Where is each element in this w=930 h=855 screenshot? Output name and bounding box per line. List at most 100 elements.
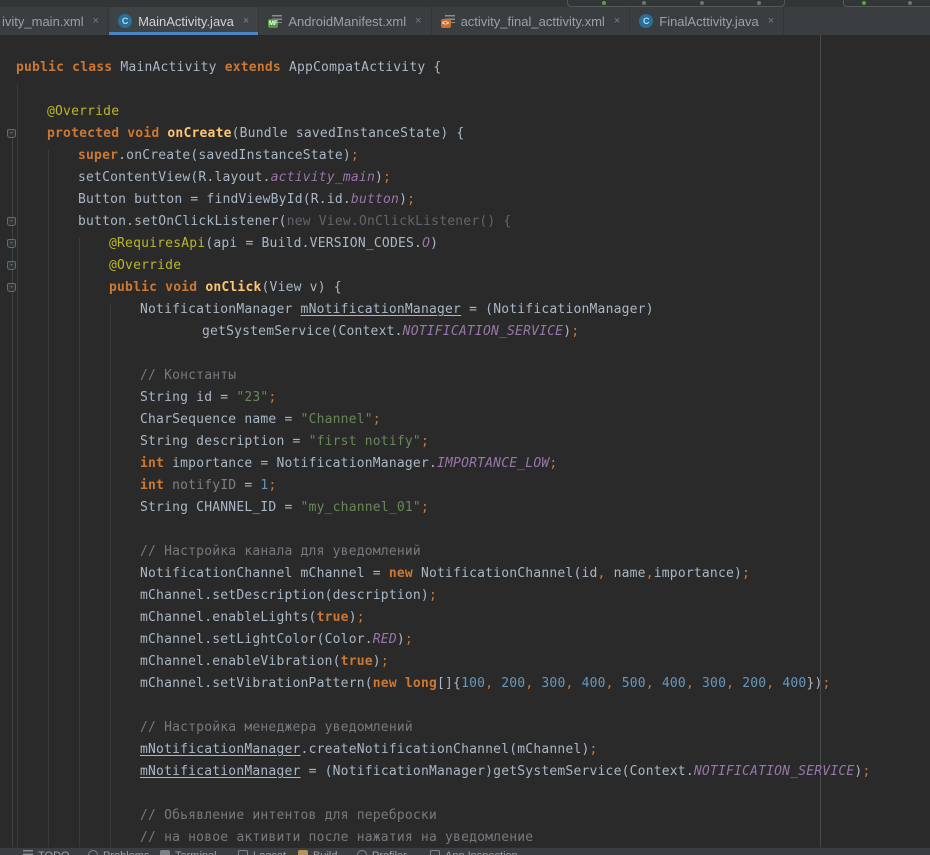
tool-window-label: Profiler	[372, 850, 407, 855]
code-line: // Настройка канала для уведомлений	[0, 541, 930, 563]
close-icon[interactable]: ×	[243, 15, 249, 27]
terminal-icon	[160, 850, 170, 855]
tab-bar: ivity_main.xml × C MainActivity.java × MF Andr…	[0, 7, 930, 35]
tool-window-button-build[interactable]: Build	[298, 850, 337, 855]
code-line: @RequiresApi(api = Build.VERSION_CODES.O…	[0, 233, 930, 255]
run-icon[interactable]	[862, 1, 866, 5]
close-icon[interactable]: ×	[768, 15, 774, 27]
code-line: NotificationManager mNotificationManager…	[0, 299, 930, 321]
tab-mainactivity-java[interactable]: C MainActivity.java ×	[109, 7, 259, 35]
code-line: public class MainActivity extends AppCom…	[0, 57, 930, 79]
code-line: getSystemService(Context.NOTIFICATION_SE…	[0, 321, 930, 343]
indent-guide	[48, 150, 49, 847]
code-line: String id = "23";	[0, 387, 930, 409]
code-line: setContentView(R.layout.activity_main);	[0, 167, 930, 189]
tab-finalacttivity-java[interactable]: C FinalActtivity.java ×	[630, 7, 784, 35]
code-line: button.setOnClickListener(new View.OnCli…	[0, 211, 930, 233]
tool-window-button-todo[interactable]: TODO	[23, 850, 70, 855]
tool-window-label: Logcat	[253, 850, 286, 855]
tab-androidmanifest-xml[interactable]: MF AndroidManifest.xml ×	[259, 7, 431, 35]
toolbar-icon[interactable]	[642, 1, 646, 5]
indent-guide	[79, 238, 80, 847]
tool-window-button-problems[interactable]: Problems	[88, 850, 149, 855]
tool-window-button-terminal[interactable]: Terminal	[160, 850, 217, 855]
problems-icon	[88, 850, 98, 855]
top-toolbar-strip	[0, 0, 930, 7]
app-inspection-icon	[430, 850, 440, 855]
layout-xml-icon: <>	[441, 14, 455, 28]
toolbar-icon[interactable]	[757, 1, 761, 5]
todo-icon	[23, 850, 33, 855]
code-line: int notifyID = 1;	[0, 475, 930, 497]
profiler-icon	[357, 850, 367, 855]
tab-label: ivity_main.xml	[2, 14, 84, 29]
code-line: mChannel.enableVibration(true);	[0, 651, 930, 673]
code-line: public void onClick(View v) {	[0, 277, 930, 299]
code-line: // Обьявление интентов для переброски	[0, 805, 930, 827]
file-badge: <>	[441, 19, 451, 28]
java-class-icon: C	[639, 14, 653, 28]
tool-window-button-profiler[interactable]: Profiler	[357, 850, 407, 855]
code-line: mChannel.setVibrationPattern(new long[]{…	[0, 673, 930, 695]
fold-marker-icon[interactable]: -	[7, 129, 16, 138]
code-line: mChannel.enableLights(true);	[0, 607, 930, 629]
code-line: @Override	[0, 101, 930, 123]
fold-marker-icon[interactable]: -	[7, 261, 16, 270]
tool-window-label: Build	[313, 850, 337, 855]
tab-label: activity_final_acttivity.xml	[461, 14, 605, 29]
tab-activity-final-acttivity-xml[interactable]: <> activity_final_acttivity.xml ×	[432, 7, 631, 35]
indent-guide	[17, 84, 18, 847]
code-line: int importance = NotificationManager.IMP…	[0, 453, 930, 475]
code-line	[0, 79, 930, 101]
device-toolbar-group[interactable]	[843, 0, 930, 7]
code-line: CharSequence name = "Channel";	[0, 409, 930, 431]
close-icon[interactable]: ×	[415, 15, 421, 27]
code-line: mNotificationManager.createNotificationC…	[0, 739, 930, 761]
tab-label: AndroidManifest.xml	[288, 14, 406, 29]
manifest-file-icon: MF	[268, 14, 282, 28]
run-toolbar-group[interactable]	[567, 0, 785, 7]
toolbar-icon[interactable]	[700, 1, 704, 5]
code-line	[0, 695, 930, 717]
run-icon[interactable]	[602, 1, 606, 5]
tool-window-button-logcat[interactable]: Logcat	[238, 850, 286, 855]
toolbar-icon[interactable]	[908, 1, 912, 5]
tool-window-button-app-inspection[interactable]: App Inspection	[430, 850, 518, 855]
code-line	[0, 343, 930, 365]
tool-window-label: Terminal	[175, 850, 217, 855]
indent-guide	[110, 304, 111, 847]
fold-marker-icon[interactable]: -	[7, 239, 16, 248]
logcat-icon	[238, 850, 248, 855]
tool-window-label: TODO	[38, 850, 70, 855]
code-line: String CHANNEL_ID = "my_channel_01";	[0, 497, 930, 519]
java-class-icon: C	[118, 14, 132, 28]
code-area[interactable]: public class MainActivity extends AppCom…	[0, 35, 930, 847]
close-icon[interactable]: ×	[93, 15, 99, 27]
fold-marker-icon[interactable]: -	[7, 283, 16, 292]
tab-label: FinalActtivity.java	[659, 14, 758, 29]
tool-window-label: App Inspection	[445, 850, 518, 855]
close-icon[interactable]: ×	[614, 15, 620, 27]
code-line: // Константы	[0, 365, 930, 387]
code-line	[0, 783, 930, 805]
editor[interactable]: public class MainActivity extends AppCom…	[0, 35, 930, 847]
tool-window-label: Problems	[103, 850, 149, 855]
code-line: // на новое активити после нажатия на ув…	[0, 827, 930, 847]
code-line: mNotificationManager = (NotificationMana…	[0, 761, 930, 783]
code-line: protected void onCreate(Bundle savedInst…	[0, 123, 930, 145]
code-line: Button button = findViewById(R.id.button…	[0, 189, 930, 211]
code-line: // Настройка менеджера уведомлений	[0, 717, 930, 739]
code-line	[0, 519, 930, 541]
tab-ivity-main-xml[interactable]: ivity_main.xml ×	[0, 7, 109, 35]
fold-marker-icon[interactable]: -	[7, 217, 16, 226]
file-badge: MF	[268, 19, 278, 28]
code-line: mChannel.setLightColor(Color.RED);	[0, 629, 930, 651]
code-line: String description = "first notify";	[0, 431, 930, 453]
bottom-tool-window-bar: TODO Problems Terminal Logcat Build Profiler A…	[0, 847, 930, 855]
code-line: @Override	[0, 255, 930, 277]
code-line: super.onCreate(savedInstanceState);	[0, 145, 930, 167]
code-line: mChannel.setDescription(description);	[0, 585, 930, 607]
tab-label: MainActivity.java	[138, 14, 234, 29]
build-icon	[298, 850, 308, 855]
code-line: NotificationChannel mChannel = new Notif…	[0, 563, 930, 585]
